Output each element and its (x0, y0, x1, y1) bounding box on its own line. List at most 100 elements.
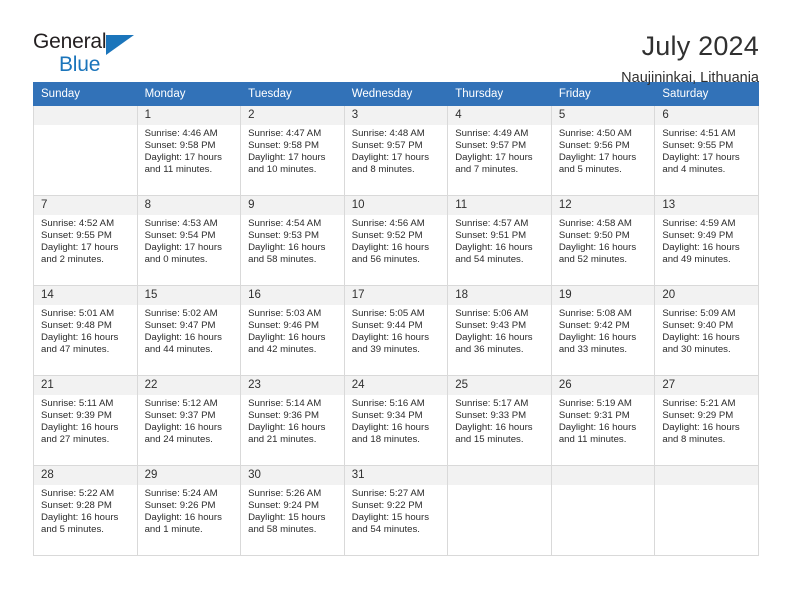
day-number: 20 (655, 286, 758, 305)
day-details: Sunrise: 4:54 AM Sunset: 9:53 PM Daylight:… (241, 215, 344, 266)
calendar-week-row: 14 Sunrise: 5:01 AM Sunset: 9:48 PM Dayligh… (33, 285, 759, 376)
calendar-cell-day-12[interactable]: 12 Sunrise: 4:58 AM Sunset: 9:50 PM Dayligh… (550, 195, 656, 286)
page-title: July 2024 (641, 31, 759, 61)
calendar-cell-day-2[interactable]: 2 Sunrise: 4:47 AM Sunset: 9:58 PM Daylight… (240, 105, 345, 196)
day-details: Sunrise: 4:53 AM Sunset: 9:54 PM Daylight:… (138, 215, 241, 266)
calendar-cell-day-3[interactable]: 3 Sunrise: 4:48 AM Sunset: 9:57 PM Daylight… (343, 105, 449, 196)
weekday-header-thursday: Thursday (447, 82, 552, 106)
calendar-cell-empty (654, 465, 759, 556)
sunrise-text: Sunrise: 4:56 AM (351, 218, 425, 229)
calendar-cell-day-4[interactable]: 4 Sunrise: 4:49 AM Sunset: 9:57 PM Daylight… (447, 105, 552, 196)
calendar-cell-day-29[interactable]: 29 Sunrise: 5:24 AM Sunset: 9:26 PM Dayligh… (136, 465, 242, 556)
calendar-cell-day-1[interactable]: 1 Sunrise: 4:46 AM Sunset: 9:58 PM Daylight… (136, 105, 242, 196)
calendar-cell-day-25[interactable]: 25 Sunrise: 5:17 AM Sunset: 9:33 PM Dayligh… (447, 375, 552, 466)
triangle-icon (106, 35, 134, 55)
day-number: 5 (551, 106, 655, 125)
calendar-cell-day-18[interactable]: 18 Sunrise: 5:06 AM Sunset: 9:43 PM Dayligh… (447, 285, 552, 376)
day-details: Sunrise: 4:59 AM Sunset: 9:49 PM Daylight:… (655, 215, 758, 266)
day-number: 15 (137, 286, 241, 305)
sunrise-text: Sunrise: 4:46 AM (144, 128, 218, 139)
sunset-text: Sunset: 9:54 PM (144, 230, 216, 242)
calendar-cell-empty (550, 465, 656, 556)
day-number: 17 (344, 286, 448, 305)
calendar-cell-day-27[interactable]: 27 Sunrise: 5:21 AM Sunset: 9:29 PM Dayligh… (654, 375, 759, 466)
sunset-text: Sunset: 9:47 PM (144, 320, 216, 332)
calendar-week-row: 1 Sunrise: 4:46 AM Sunset: 9:58 PM Daylight… (33, 105, 759, 196)
calendar-cell-day-19[interactable]: 19 Sunrise: 5:08 AM Sunset: 9:42 PM Dayligh… (550, 285, 656, 376)
calendar-cell-day-9[interactable]: 9 Sunrise: 4:54 AM Sunset: 9:53 PM Daylight… (240, 195, 345, 286)
calendar-cell-day-14[interactable]: 14 Sunrise: 5:01 AM Sunset: 9:48 PM Dayligh… (33, 285, 138, 376)
day-number: 22 (137, 376, 241, 395)
day-number: 18 (448, 286, 551, 305)
calendar-cell-day-16[interactable]: 16 Sunrise: 5:03 AM Sunset: 9:46 PM Dayligh… (240, 285, 345, 376)
day-number (34, 106, 137, 125)
calendar-cell-day-23[interactable]: 23 Sunrise: 5:14 AM Sunset: 9:36 PM Dayligh… (240, 375, 345, 466)
sunset-text: Sunset: 9:29 PM (662, 410, 734, 422)
sunset-text: Sunset: 9:26 PM (144, 500, 216, 512)
sunrise-text: Sunrise: 4:58 AM (558, 218, 632, 229)
calendar-cell-day-6[interactable]: 6 Sunrise: 4:51 AM Sunset: 9:55 PM Daylight… (654, 105, 759, 196)
calendar-cell-day-17[interactable]: 17 Sunrise: 5:05 AM Sunset: 9:44 PM Dayligh… (343, 285, 449, 376)
general-blue-logo: General Blue (33, 30, 153, 80)
calendar-cell-day-15[interactable]: 15 Sunrise: 5:02 AM Sunset: 9:47 PM Dayligh… (136, 285, 242, 376)
day-number: 1 (137, 106, 241, 125)
sunrise-text: Sunrise: 4:50 AM (558, 128, 632, 139)
daylight-text: Daylight: 16 hours and 58 minutes. (248, 242, 326, 266)
day-details: Sunrise: 5:14 AM Sunset: 9:36 PM Daylight:… (241, 395, 344, 446)
day-number: 31 (344, 466, 448, 485)
daylight-text: Daylight: 16 hours and 42 minutes. (248, 332, 326, 356)
daylight-text: Daylight: 17 hours and 4 minutes. (662, 152, 740, 176)
daylight-text: Daylight: 17 hours and 2 minutes. (41, 242, 119, 266)
day-details: Sunrise: 4:56 AM Sunset: 9:52 PM Daylight:… (345, 215, 448, 266)
calendar-cell-day-22[interactable]: 22 Sunrise: 5:12 AM Sunset: 9:37 PM Dayligh… (136, 375, 242, 466)
calendar-cell-day-5[interactable]: 5 Sunrise: 4:50 AM Sunset: 9:56 PM Daylight… (550, 105, 656, 196)
logo-text-general: General (33, 30, 107, 53)
sunrise-text: Sunrise: 5:24 AM (144, 488, 218, 499)
calendar-cell-day-21[interactable]: 21 Sunrise: 5:11 AM Sunset: 9:39 PM Dayligh… (33, 375, 138, 466)
daylight-text: Daylight: 17 hours and 8 minutes. (351, 152, 430, 176)
calendar-cell-empty (447, 465, 552, 556)
sunset-text: Sunset: 9:55 PM (41, 230, 112, 242)
calendar-cell-day-24[interactable]: 24 Sunrise: 5:16 AM Sunset: 9:34 PM Dayligh… (343, 375, 449, 466)
day-details: Sunrise: 4:58 AM Sunset: 9:50 PM Daylight:… (552, 215, 655, 266)
daylight-text: Daylight: 16 hours and 47 minutes. (41, 332, 119, 356)
sunset-text: Sunset: 9:48 PM (41, 320, 112, 332)
daylight-text: Daylight: 16 hours and 1 minute. (144, 512, 222, 536)
day-number: 12 (551, 196, 655, 215)
calendar-cell-day-11[interactable]: 11 Sunrise: 4:57 AM Sunset: 9:51 PM Dayligh… (447, 195, 552, 286)
calendar-cell-day-26[interactable]: 26 Sunrise: 5:19 AM Sunset: 9:31 PM Dayligh… (550, 375, 656, 466)
calendar-cell-day-13[interactable]: 13 Sunrise: 4:59 AM Sunset: 9:49 PM Dayligh… (654, 195, 759, 286)
sunset-text: Sunset: 9:24 PM (248, 500, 320, 512)
sunrise-text: Sunrise: 5:11 AM (41, 398, 114, 409)
day-number: 28 (34, 466, 137, 485)
weekday-header-wednesday: Wednesday (343, 82, 449, 106)
sunrise-text: Sunrise: 4:47 AM (248, 128, 322, 139)
day-details: Sunrise: 5:22 AM Sunset: 9:28 PM Daylight:… (34, 485, 137, 536)
day-number (448, 466, 551, 485)
sunset-text: Sunset: 9:40 PM (662, 320, 734, 332)
calendar-cell-day-7[interactable]: 7 Sunrise: 4:52 AM Sunset: 9:55 PM Daylight… (33, 195, 138, 286)
day-details: Sunrise: 5:27 AM Sunset: 9:22 PM Daylight:… (345, 485, 448, 536)
sunset-text: Sunset: 9:57 PM (455, 140, 527, 152)
calendar-cell-day-30[interactable]: 30 Sunrise: 5:26 AM Sunset: 9:24 PM Dayligh… (240, 465, 345, 556)
sunset-text: Sunset: 9:34 PM (351, 410, 423, 422)
sunrise-text: Sunrise: 4:52 AM (41, 218, 115, 229)
day-number: 27 (655, 376, 758, 395)
sunrise-text: Sunrise: 5:06 AM (455, 308, 529, 319)
title-block: July 2024 Naujininkai, Lithuania (621, 30, 759, 89)
day-details: Sunrise: 5:24 AM Sunset: 9:26 PM Daylight:… (138, 485, 241, 536)
day-details: Sunrise: 5:06 AM Sunset: 9:43 PM Daylight:… (448, 305, 551, 356)
daylight-text: Daylight: 16 hours and 8 minutes. (662, 422, 740, 446)
calendar-cell-day-8[interactable]: 8 Sunrise: 4:53 AM Sunset: 9:54 PM Daylight… (136, 195, 242, 286)
weekday-header-sunday: Sunday (33, 82, 138, 106)
calendar-cell-day-10[interactable]: 10 Sunrise: 4:56 AM Sunset: 9:52 PM Dayligh… (343, 195, 449, 286)
day-details: Sunrise: 5:26 AM Sunset: 9:24 PM Daylight:… (241, 485, 344, 536)
sunset-text: Sunset: 9:42 PM (558, 320, 630, 332)
day-number: 4 (448, 106, 551, 125)
calendar-cell-day-20[interactable]: 20 Sunrise: 5:09 AM Sunset: 9:40 PM Dayligh… (654, 285, 759, 376)
sunrise-text: Sunrise: 5:03 AM (248, 308, 322, 319)
calendar-cell-day-31[interactable]: 31 Sunrise: 5:27 AM Sunset: 9:22 PM Dayligh… (343, 465, 449, 556)
calendar-cell-day-28[interactable]: 28 Sunrise: 5:22 AM Sunset: 9:28 PM Dayligh… (33, 465, 138, 556)
sunrise-text: Sunrise: 5:01 AM (41, 308, 115, 319)
day-number: 16 (241, 286, 344, 305)
